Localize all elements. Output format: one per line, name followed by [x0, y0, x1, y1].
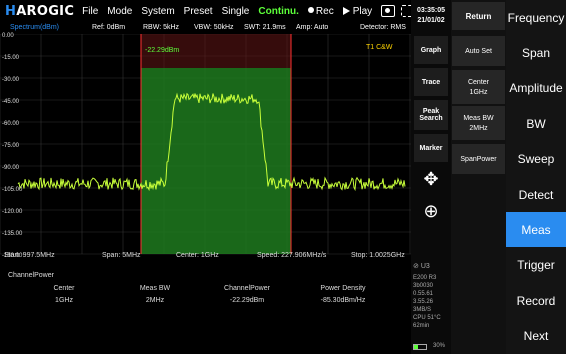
- menu-system[interactable]: System: [141, 6, 174, 17]
- sysinfo-line: 3MB/S: [413, 307, 432, 313]
- menu-trigger[interactable]: Trigger: [506, 248, 566, 283]
- play-label: Play: [352, 5, 373, 17]
- center-softkey-label: Center: [467, 78, 489, 86]
- header-power-density: Power Density: [320, 285, 366, 292]
- menu-meas[interactable]: Meas: [506, 212, 566, 248]
- move-cursor-icon[interactable]: ✥: [420, 168, 442, 190]
- graph-button[interactable]: Graph: [414, 36, 448, 64]
- battery-percent: 30%: [433, 343, 446, 349]
- center-freq: Center: 1GHz: [176, 252, 219, 259]
- spectrum-title: Spectrum(dBm): [10, 24, 60, 31]
- marker-label: -22.29dBm: [145, 47, 179, 54]
- y-tick-label: -120.00: [2, 209, 23, 215]
- rec-label: Rec: [315, 5, 334, 17]
- y-tick-label: -45.00: [2, 99, 20, 105]
- return-button[interactable]: Return: [452, 2, 505, 30]
- value-center: 1GHz: [55, 297, 73, 304]
- meas-bw-softkey[interactable]: Meas BW 2MHz: [452, 106, 505, 140]
- results-table: ChannelPower Center Meas BW ChannelPower…: [0, 266, 411, 354]
- header-channel-power: ChannelPower: [224, 285, 270, 292]
- menu-detect[interactable]: Detect: [506, 177, 566, 212]
- header-meas-bw: Meas BW: [139, 285, 171, 292]
- menu-span[interactable]: Span: [506, 35, 566, 70]
- trace-label: T1 C&W: [366, 44, 393, 51]
- y-tick-label: -75.00: [2, 143, 20, 149]
- value-meas-bw: 2MHz: [145, 297, 165, 304]
- menu-single[interactable]: Single: [222, 6, 250, 17]
- y-tick-label: -105.00: [2, 187, 23, 193]
- menu-record[interactable]: Record: [506, 283, 566, 318]
- trace-button[interactable]: Trace: [414, 68, 448, 96]
- value-power-density: -85.30dBm/Hz: [320, 297, 366, 304]
- app-logo: HAROGIC: [5, 3, 75, 19]
- menu-sweep[interactable]: Sweep: [506, 142, 566, 177]
- sysinfo-line: 0.55.61: [413, 291, 434, 297]
- menu-continuous[interactable]: Continu.: [258, 6, 299, 17]
- clock: 03:35:05 21/01/02: [413, 6, 449, 26]
- sysinfo-line: CPU 51°C: [413, 315, 441, 321]
- top-menu-bar: HAROGIC File Mode System Preset Single C…: [0, 0, 416, 22]
- sysinfo-line: 3b0030: [413, 283, 434, 289]
- zoom-in-icon[interactable]: ⊕: [420, 200, 442, 222]
- vbw-value: VBW: 50kHz: [194, 24, 234, 31]
- sweep-time: SWT: 21.9ms: [244, 24, 286, 31]
- menu-preset[interactable]: Preset: [184, 6, 213, 17]
- spectrum-header: Spectrum(dBm) Ref: 0dBm RBW: 5kHz VBW: 5…: [0, 22, 411, 34]
- sysinfo-line: E200 R3: [413, 275, 437, 281]
- results-title: ChannelPower: [8, 272, 54, 279]
- auto-set-button[interactable]: Auto Set: [452, 36, 505, 66]
- spectrum-plot[interactable]: -22.29dBm T1 C&W 0.00 -15.00 -30.00 -45.00-…: [0, 33, 411, 260]
- rec-button[interactable]: Rec: [307, 5, 334, 17]
- amp-value: Amp: Auto: [296, 24, 329, 31]
- sysinfo-line: 3.55.26: [413, 299, 434, 305]
- span-power-button[interactable]: SpanPower: [452, 144, 505, 174]
- battery-icon: [413, 344, 427, 350]
- menu-bw[interactable]: BW: [506, 106, 566, 141]
- clock-time: 03:35:05: [416, 7, 446, 14]
- meas-bw-softkey-value: 2MHz: [469, 124, 488, 132]
- value-channel-power: -22.29dBm: [229, 297, 265, 304]
- start-freq: Start: 997.5MHz: [4, 252, 55, 259]
- battery-fill: [414, 345, 418, 349]
- play-button[interactable]: Play: [342, 5, 373, 17]
- marker-button[interactable]: Marker: [414, 134, 448, 162]
- y-tick-label: -15.00: [2, 55, 20, 61]
- menu-file[interactable]: File: [82, 6, 98, 17]
- y-tick-label: 0.00: [2, 33, 14, 39]
- peak-search-button[interactable]: Peak Search: [414, 100, 448, 130]
- menu-next[interactable]: Next: [506, 319, 566, 354]
- header-center: Center: [53, 285, 75, 292]
- clock-date: 21/01/02: [417, 17, 445, 24]
- center-softkey[interactable]: Center 1GHz: [452, 70, 505, 104]
- rbw-value: RBW: 5kHz: [143, 24, 180, 31]
- stop-freq: Stop: 1.0025GHz: [351, 252, 405, 259]
- y-tick-label: -135.00: [2, 231, 23, 237]
- camera-icon[interactable]: [381, 5, 396, 17]
- sweep-speed: Speed: 227.906MHz/s: [257, 252, 327, 259]
- frequency-axis: Start: 997.5MHz Span: 5MHz Center: 1GHz …: [0, 252, 411, 262]
- y-tick-label: -60.00: [2, 121, 20, 127]
- sysinfo-line: 62min: [413, 323, 430, 329]
- menu-mode[interactable]: Mode: [107, 6, 132, 17]
- ref-level: Ref: 0dBm: [92, 24, 126, 31]
- center-softkey-value: 1GHz: [469, 88, 488, 96]
- play-icon: [342, 6, 350, 15]
- usb-status: ⊘ U3: [413, 263, 430, 270]
- system-info: E200 R3 3b0030 0.55.61 3.55.26 3MB/S CPU…: [413, 274, 451, 330]
- y-tick-label: -90.00: [2, 165, 20, 171]
- y-tick-label: -30.00: [2, 77, 20, 83]
- spectrum-svg: -22.29dBm T1 C&W: [0, 34, 411, 255]
- menu-amplitude[interactable]: Amplitude: [506, 71, 566, 106]
- meas-bw-softkey-label: Meas BW: [463, 114, 494, 122]
- detector-value: Detector: RMS: [360, 24, 406, 31]
- menu-frequency[interactable]: Frequency: [506, 0, 566, 35]
- usb-label: U3: [420, 263, 430, 270]
- record-dot-icon: [307, 6, 314, 13]
- span-value: Span: 5MHz: [102, 252, 141, 259]
- channel-band: [141, 68, 291, 254]
